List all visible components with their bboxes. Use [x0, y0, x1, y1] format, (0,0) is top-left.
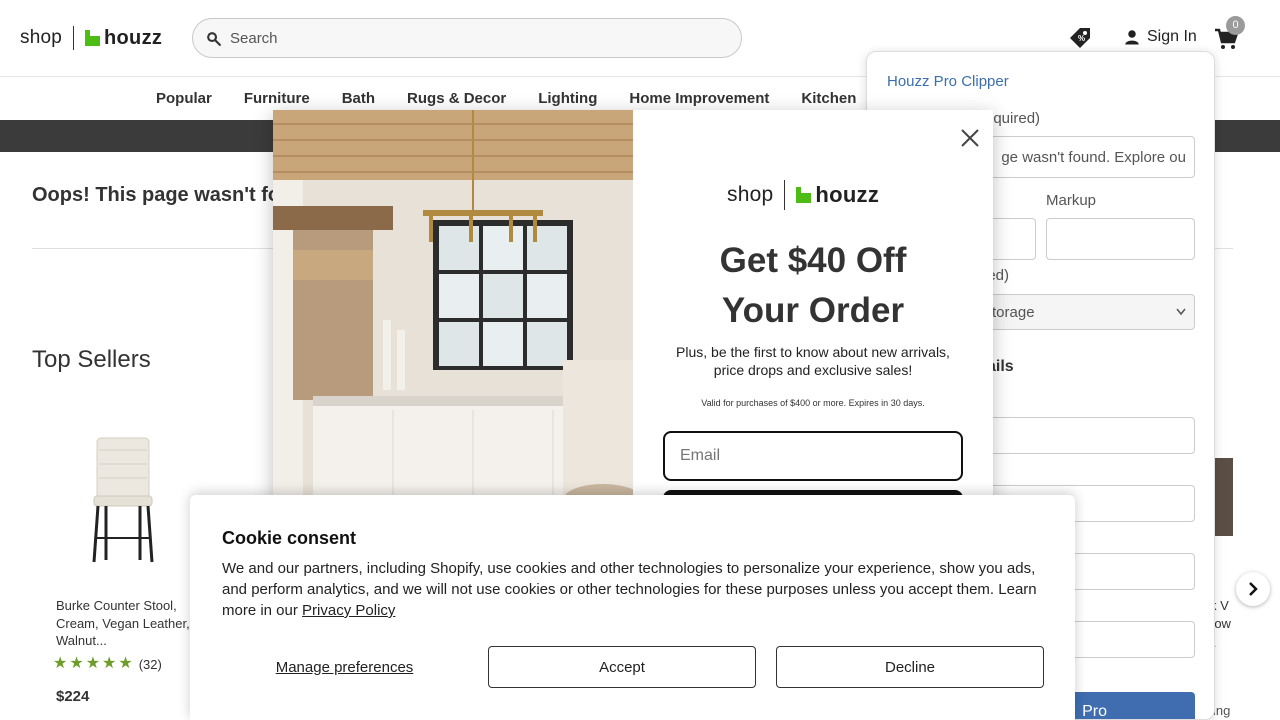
- svg-text:%: %: [1078, 34, 1085, 43]
- carousel-next-button[interactable]: [1236, 572, 1270, 606]
- accept-button[interactable]: Accept: [488, 646, 756, 688]
- email-input[interactable]: [663, 431, 963, 481]
- shop-houzz-logo[interactable]: shop houzz: [20, 26, 162, 50]
- cookie-text: We and our partners, including Shopify, …: [222, 558, 1042, 621]
- modal-subtext: Plus, be the first to know about new arr…: [676, 344, 950, 378]
- user-icon: [1125, 30, 1139, 45]
- product-title[interactable]: Burke Counter Stool, Cream, Vegan Leathe…: [56, 597, 191, 650]
- cart-count-badge: 0: [1226, 16, 1245, 35]
- nav-item-popular[interactable]: Popular: [156, 90, 212, 107]
- star-icon: ★: [53, 655, 68, 672]
- logo-houzz-text: houzz: [104, 26, 163, 49]
- clipper-save-label: Pro: [1082, 703, 1107, 720]
- modal-headline: Get $40 Off Your Order: [633, 236, 993, 336]
- modal-fine-print: Valid for purchases of $400 or more. Exp…: [701, 398, 925, 408]
- star-icon: ★: [118, 655, 133, 672]
- nav-item-bath[interactable]: Bath: [342, 90, 375, 107]
- clipper-name-value: ge wasn't found. Explore ou: [1001, 148, 1186, 166]
- close-icon: [961, 129, 979, 147]
- star-icon: ★: [102, 655, 117, 672]
- cookie-consent-banner: Cookie consent We and our partners, incl…: [190, 495, 1075, 720]
- chevron-right-icon: [1249, 582, 1258, 596]
- deals-tag-icon[interactable]: %: [1068, 26, 1092, 50]
- modal-logo: shop houzz: [727, 180, 879, 210]
- rating-count: (32): [138, 656, 162, 672]
- star-icon: ★: [69, 655, 84, 672]
- nav-item-kitchen[interactable]: Kitchen: [801, 90, 856, 107]
- nav-item-furniture[interactable]: Furniture: [244, 90, 310, 107]
- logo-divider: [73, 26, 75, 50]
- top-sellers-heading: Top Sellers: [32, 346, 151, 373]
- houzz-logo-icon: [85, 30, 101, 46]
- search-bar[interactable]: [192, 18, 742, 58]
- email-signup-modal: shop houzz Get $40 Off Your Order Plus, …: [273, 110, 993, 510]
- search-icon: [207, 31, 221, 46]
- decline-button[interactable]: Decline: [776, 646, 1044, 688]
- clipper-category-value: torage: [992, 303, 1035, 321]
- product-card-image[interactable]: [56, 420, 196, 585]
- modal-logo-divider: [784, 180, 786, 210]
- clipper-title: Houzz Pro Clipper: [887, 73, 1009, 90]
- clipper-markup-label: Markup: [1046, 192, 1097, 209]
- houzz-logo-icon: [796, 187, 812, 203]
- product-price: $224: [56, 688, 90, 705]
- next-product-title-line: row: [1210, 615, 1231, 631]
- nav-item-lighting[interactable]: Lighting: [538, 90, 597, 107]
- chevron-down-icon: [1176, 308, 1186, 316]
- modal-close-button[interactable]: [955, 123, 985, 153]
- clipper-name-label: equired): [985, 110, 1041, 127]
- modal-logo-houzz-text: houzz: [815, 182, 880, 207]
- modal-headline-line: Your Order: [721, 291, 905, 330]
- sign-in-link[interactable]: Sign In: [1123, 28, 1197, 46]
- counter-stool-image: [92, 437, 154, 563]
- manage-preferences-button[interactable]: Manage preferences: [222, 646, 467, 688]
- search-input[interactable]: [230, 29, 710, 47]
- sign-in-label: Sign In: [1147, 28, 1197, 45]
- star-icon: ★: [85, 655, 101, 672]
- nav-item-rugs-decor[interactable]: Rugs & Decor: [407, 90, 506, 107]
- next-product-footer: ing: [1213, 703, 1231, 718]
- modal-content: shop houzz Get $40 Off Your Order Plus, …: [633, 110, 993, 510]
- logo-shop-text: shop: [20, 27, 63, 48]
- product-rating: ★ ★ ★ ★ ★ (32): [53, 655, 162, 673]
- privacy-policy-link[interactable]: Privacy Policy: [302, 602, 395, 619]
- modal-headline-line: Get $40 Off: [719, 241, 907, 280]
- clipper-markup-input[interactable]: [1046, 218, 1195, 260]
- cookie-title: Cookie consent: [222, 528, 357, 548]
- nav-item-home-improvement[interactable]: Home Improvement: [629, 90, 769, 107]
- modal-logo-shop-text: shop: [727, 183, 774, 206]
- page-not-found-heading: Oops! This page wasn't fou: [32, 184, 293, 206]
- kitchen-photo: [273, 110, 633, 510]
